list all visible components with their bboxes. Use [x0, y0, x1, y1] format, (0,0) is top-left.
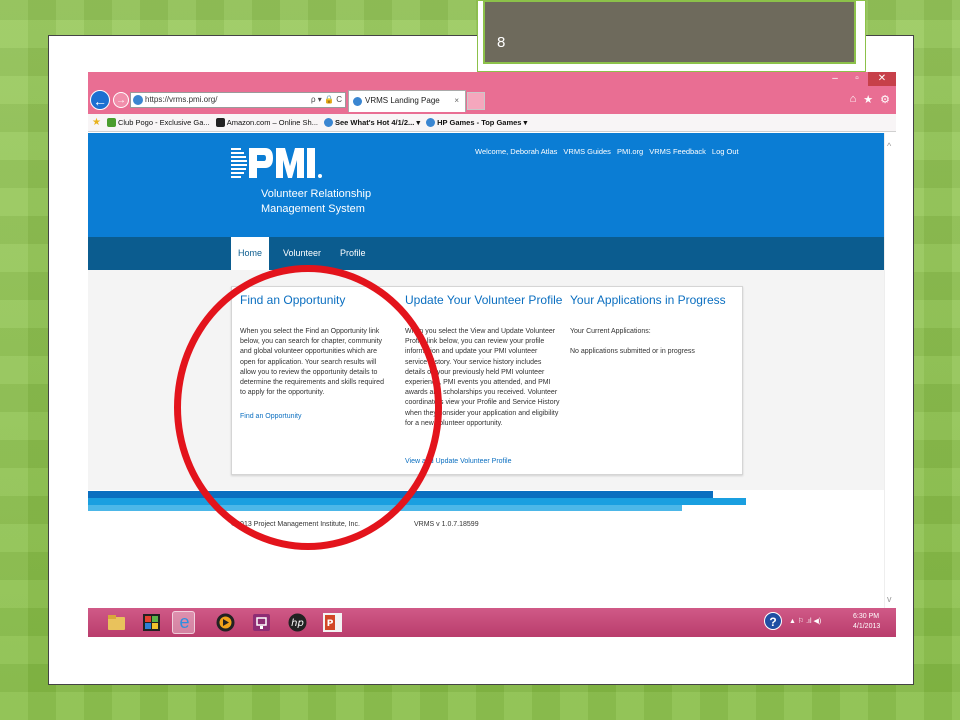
browser-title-strip: – ▫ ✕ — [88, 72, 896, 86]
favorite-see-whats-hot[interactable]: See What's Hot 4/1/2... ▾ — [323, 118, 421, 127]
top-links: Welcome, Deborah Atlas VRMS Guides PMI.o… — [475, 147, 739, 156]
applications-status: No applications submitted or in progress — [570, 348, 695, 355]
favorite-label: HP Games - Top Games ▾ — [437, 118, 528, 127]
link-vrms-guides[interactable]: VRMS Guides — [563, 147, 611, 156]
ie-page-icon — [426, 118, 436, 127]
welcome-text: Welcome, Deborah Atlas — [475, 147, 558, 156]
club-pogo-icon — [106, 118, 116, 127]
clock-date: 4/1/2013 — [853, 623, 881, 630]
back-button[interactable]: ← — [90, 90, 110, 110]
minimize-button[interactable]: – — [824, 72, 846, 86]
main-menu: Home Volunteer Profile — [88, 237, 884, 270]
gear-icon[interactable]: ⚙ — [880, 93, 890, 106]
file-explorer-icon[interactable] — [105, 611, 128, 634]
link-vrms-feedback[interactable]: VRMS Feedback — [649, 147, 706, 156]
browser-tools: ⌂ ★ ⚙ — [850, 93, 890, 106]
address-tools[interactable]: ρ ▾ 🔒 C — [311, 93, 342, 107]
site-subtitle: Volunteer Relationship Management System — [261, 187, 371, 217]
ie-page-icon — [323, 118, 333, 127]
site-subtitle-line1: Volunteer Relationship — [261, 188, 372, 200]
favorites-bar: ★ Club Pogo - Exclusive Ga... Amazon.com… — [88, 114, 896, 132]
tab-close-icon[interactable]: × — [454, 91, 459, 111]
internet-explorer-icon[interactable]: e — [172, 611, 195, 634]
clock-time: 6:30 PM — [853, 613, 880, 620]
ie-page-icon — [133, 95, 143, 105]
windows-taskbar: e hp P ? ▲ ⚐ .ıl ◀) 6:30 PM 4/1/2013 — [88, 608, 896, 637]
applications-label: Your Current Applications: — [570, 328, 651, 335]
address-bar[interactable]: https://vrms.pmi.org/ ρ ▾ 🔒 C — [130, 92, 346, 108]
link-pmi-org[interactable]: PMI.org — [617, 147, 643, 156]
media-player-icon[interactable] — [214, 611, 237, 634]
hp-icon[interactable]: hp — [286, 611, 309, 634]
site-subtitle-line2: Management System — [261, 203, 365, 215]
menu-home[interactable]: Home — [231, 237, 270, 270]
link-log-out[interactable]: Log Out — [712, 147, 739, 156]
svg-text:P: P — [327, 619, 334, 629]
pmi-logo — [231, 148, 322, 178]
favorites-star-icon[interactable]: ★ — [863, 93, 873, 106]
slide-number-box — [483, 0, 856, 64]
favorite-hp-games[interactable]: HP Games - Top Games ▾ — [426, 118, 527, 127]
powerpoint-icon[interactable]: P — [321, 611, 344, 634]
favorite-amazon[interactable]: Amazon.com – Online Sh... — [215, 118, 318, 127]
footer-stripe — [88, 498, 746, 505]
vertical-scrollbar[interactable]: ^ v — [884, 133, 896, 608]
scroll-up-icon[interactable]: ^ — [887, 141, 891, 151]
amazon-icon — [215, 118, 225, 127]
forward-button[interactable]: → — [113, 92, 129, 108]
close-button[interactable]: ✕ — [868, 72, 896, 86]
system-tray-icons[interactable]: ▲ ⚐ .ıl ◀) — [789, 617, 821, 625]
menu-profile[interactable]: Profile — [333, 237, 373, 270]
ie-glyph: e — [179, 612, 190, 632]
slide-number: 8 — [497, 34, 506, 51]
ie-page-icon — [353, 97, 362, 106]
clock[interactable]: 6:30 PM 4/1/2013 — [853, 612, 880, 632]
site-header: Volunteer Relationship Management System… — [88, 133, 884, 237]
annotation-circle — [174, 265, 442, 550]
home-icon[interactable]: ⌂ — [850, 93, 857, 106]
browser-nav-bar: ← → https://vrms.pmi.org/ ρ ▾ 🔒 C VRMS L… — [88, 86, 896, 114]
favorite-label: Amazon.com – Online Sh... — [226, 118, 318, 127]
favorites-star-icon[interactable]: ★ — [92, 117, 101, 128]
tab-vrms-landing[interactable]: VRMS Landing Page × — [348, 90, 466, 112]
window-controls: – ▫ ✕ — [824, 72, 896, 86]
media-center-icon[interactable] — [140, 611, 163, 634]
new-tab-button[interactable] — [467, 92, 485, 110]
footer-version: VRMS v 1.0.7.18599 — [414, 521, 479, 528]
tab-title: VRMS Landing Page — [365, 96, 440, 105]
network-app-icon[interactable] — [250, 611, 273, 634]
scroll-down-icon[interactable]: v — [887, 594, 892, 604]
favorite-label: Club Pogo - Exclusive Ga... — [117, 118, 210, 127]
update-profile-title: Update Your Volunteer Profile — [405, 293, 563, 307]
favorite-label: See What's Hot 4/1/2... ▾ — [334, 118, 421, 127]
address-url: https://vrms.pmi.org/ — [145, 95, 218, 104]
applications-title: Your Applications in Progress — [570, 293, 726, 307]
restore-button[interactable]: ▫ — [846, 72, 868, 86]
svg-text:hp: hp — [291, 618, 304, 629]
favorite-club-pogo[interactable]: Club Pogo - Exclusive Ga... — [106, 118, 210, 127]
help-icon[interactable]: ? — [764, 612, 782, 630]
